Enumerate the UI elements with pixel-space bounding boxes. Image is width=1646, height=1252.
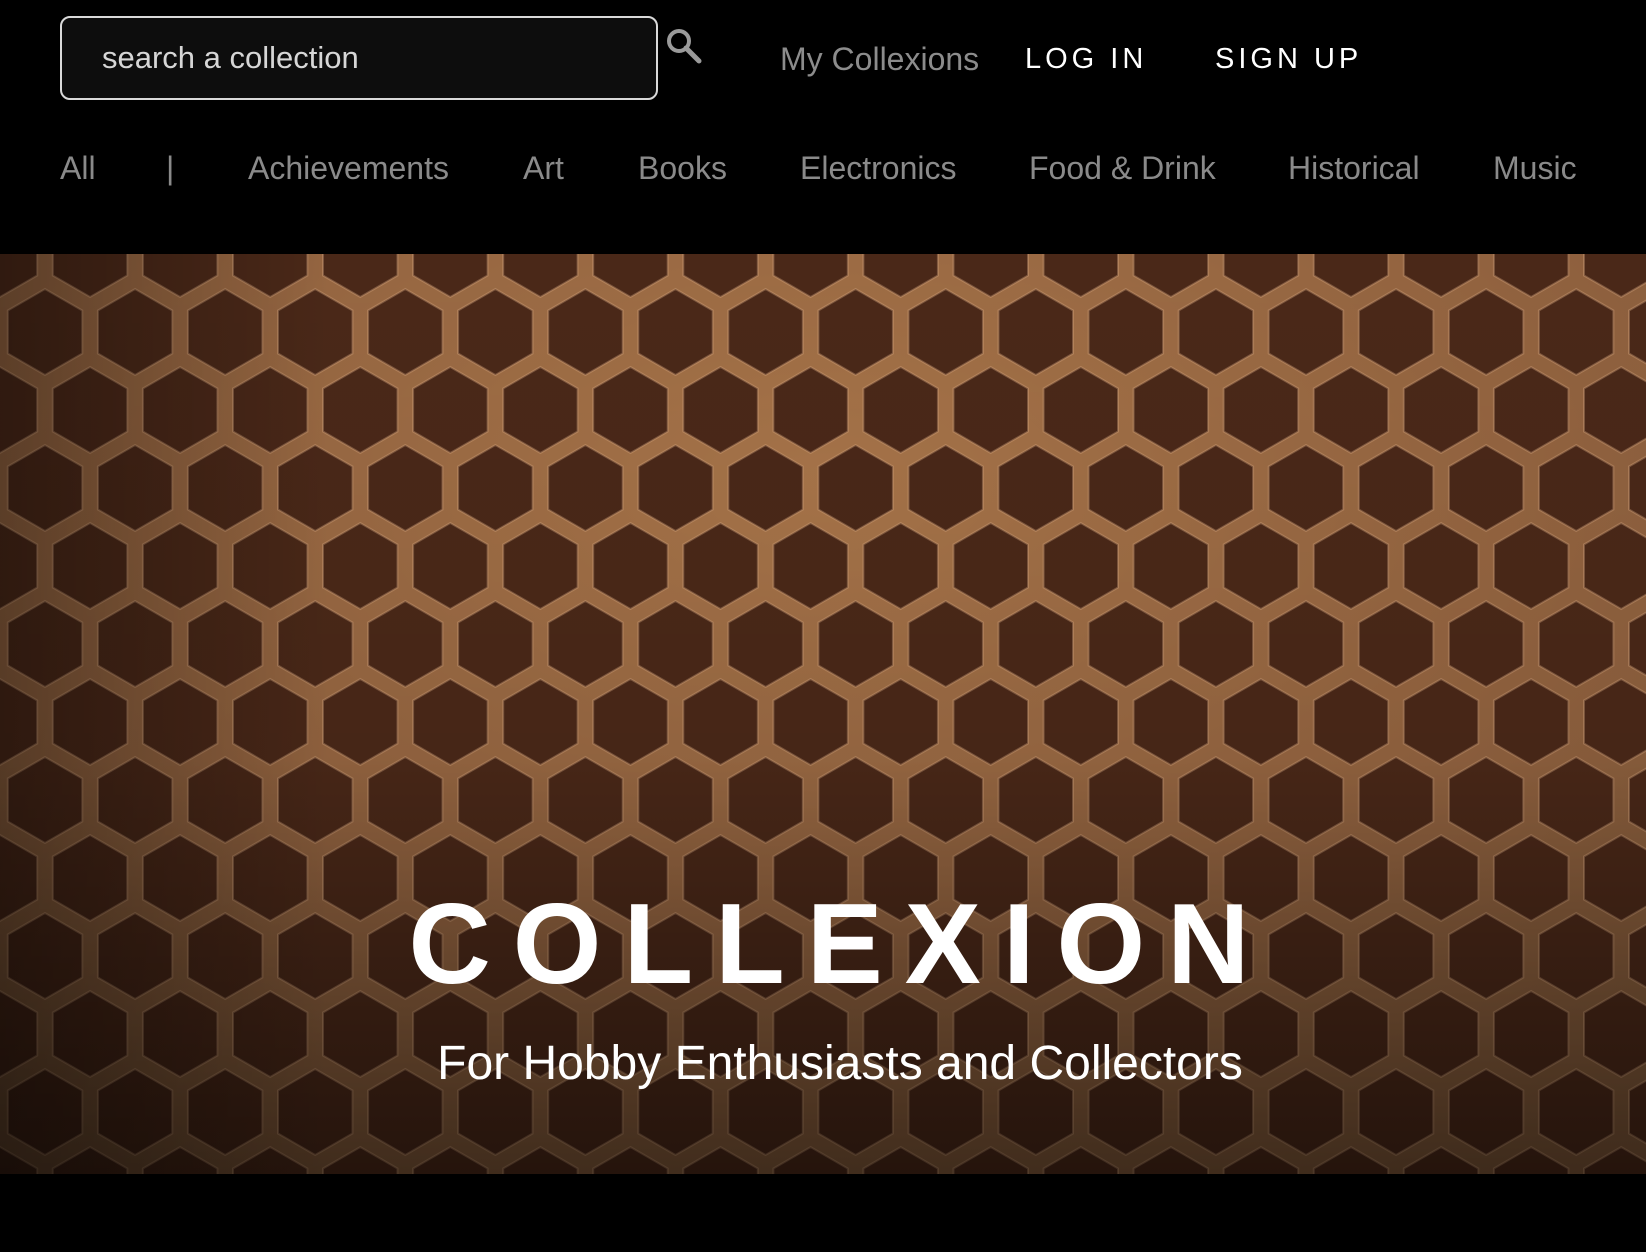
hero-subtitle: For Hobby Enthusiasts and Collectors [437, 1037, 1243, 1090]
top-navigation-bar: My Collexions LOG IN SIGN UP All | Achie… [0, 0, 1646, 254]
hero-title: COLLEXION [408, 881, 1272, 1009]
category-music[interactable]: Music [1493, 146, 1577, 190]
search-input[interactable] [62, 18, 656, 98]
category-separator: | [166, 150, 175, 186]
category-books[interactable]: Books [638, 146, 727, 190]
bottom-strip [0, 1174, 1646, 1252]
category-achievements[interactable]: Achievements [248, 146, 449, 190]
category-electronics[interactable]: Electronics [800, 146, 957, 190]
category-historical[interactable]: Historical [1288, 146, 1420, 190]
my-collexions-link[interactable]: My Collexions [780, 38, 979, 80]
login-link[interactable]: LOG IN [1025, 38, 1147, 80]
search-icon[interactable] [664, 26, 704, 66]
signup-link[interactable]: SIGN UP [1215, 38, 1362, 80]
category-food-drink[interactable]: Food & Drink [1029, 146, 1216, 190]
category-all[interactable]: All [60, 146, 96, 190]
category-art[interactable]: Art [523, 146, 564, 190]
search-box[interactable] [60, 16, 658, 100]
hero-banner: COLLEXION For Hobby Enthusiasts and Coll… [0, 254, 1646, 1174]
